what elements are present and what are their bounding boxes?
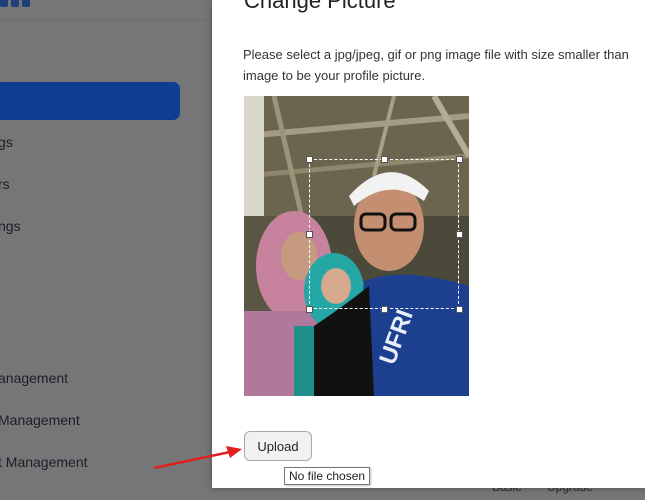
- crop-handle-bottom[interactable]: [381, 306, 388, 313]
- sidebar-item-users[interactable]: rs: [0, 176, 10, 192]
- change-picture-dialog: Change Picture Please select a jpg/jpeg,…: [212, 0, 645, 488]
- crop-handle-top-right[interactable]: [456, 156, 463, 163]
- dialog-title: Change Picture: [244, 0, 396, 13]
- description-line-2: image to be your profile picture.: [243, 68, 426, 83]
- header-divider: [0, 20, 212, 21]
- crop-handle-top-left[interactable]: [306, 156, 313, 163]
- upload-button[interactable]: Upload: [244, 431, 312, 461]
- sidebar-item-management-1[interactable]: anagement: [0, 370, 68, 386]
- profile-photo-preview: UFRI: [244, 96, 469, 396]
- sidebar-item-active[interactable]: [0, 82, 180, 120]
- crop-handle-bottom-right[interactable]: [456, 306, 463, 313]
- crop-handle-bottom-left[interactable]: [306, 306, 313, 313]
- sidebar-item-management-3[interactable]: t Management: [0, 454, 88, 470]
- sidebar-item-settings[interactable]: gs: [0, 134, 13, 150]
- annotation-arrow-icon: [153, 446, 242, 470]
- crop-selection-box[interactable]: [309, 159, 459, 309]
- dialog-description: Please select a jpg/jpeg, gif or png ima…: [243, 44, 645, 86]
- crop-handle-left[interactable]: [306, 231, 313, 238]
- crop-handle-right[interactable]: [456, 231, 463, 238]
- file-chooser-tooltip: No file chosen: [284, 467, 371, 485]
- sidebar-item-recordings[interactable]: ngs: [0, 218, 21, 234]
- crop-handle-top[interactable]: [381, 156, 388, 163]
- sidebar-item-management-2[interactable]: Management: [0, 412, 80, 428]
- description-line-1: Please select a jpg/jpeg, gif or png ima…: [243, 47, 629, 62]
- app-logo: [0, 0, 40, 7]
